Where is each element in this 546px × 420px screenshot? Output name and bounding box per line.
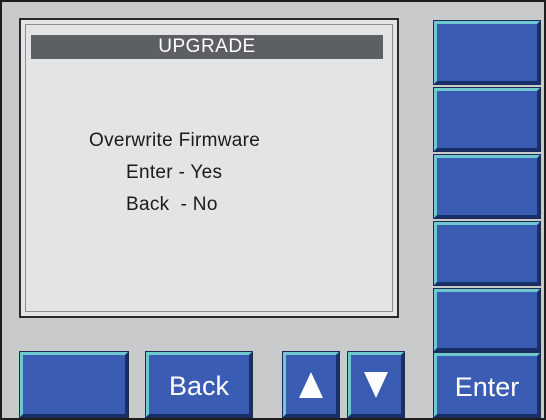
side-soft-key-1[interactable] — [433, 20, 541, 85]
bottom-soft-key-blank[interactable] — [19, 351, 129, 418]
lcd-screen: UPGRADE Overwrite Firmware Enter - Yes B… — [19, 18, 399, 318]
side-soft-key-5[interactable] — [433, 288, 541, 352]
up-arrow-icon — [299, 371, 323, 398]
enter-button[interactable]: Enter — [433, 352, 541, 418]
down-button[interactable] — [347, 351, 405, 418]
side-soft-key-2[interactable] — [433, 87, 541, 152]
side-soft-key-3[interactable] — [433, 154, 541, 219]
message-line-enter-yes: Enter - Yes — [126, 162, 223, 183]
message-line-overwrite: Overwrite Firmware — [89, 130, 261, 151]
up-button[interactable] — [282, 351, 340, 418]
down-arrow-icon — [364, 371, 388, 398]
side-soft-key-4[interactable] — [433, 221, 541, 286]
screen-title: UPGRADE — [31, 35, 383, 59]
back-button[interactable]: Back — [145, 351, 253, 418]
device-panel: UPGRADE Overwrite Firmware Enter - Yes B… — [0, 0, 546, 420]
message-line-back-no: Back - No — [126, 194, 218, 215]
